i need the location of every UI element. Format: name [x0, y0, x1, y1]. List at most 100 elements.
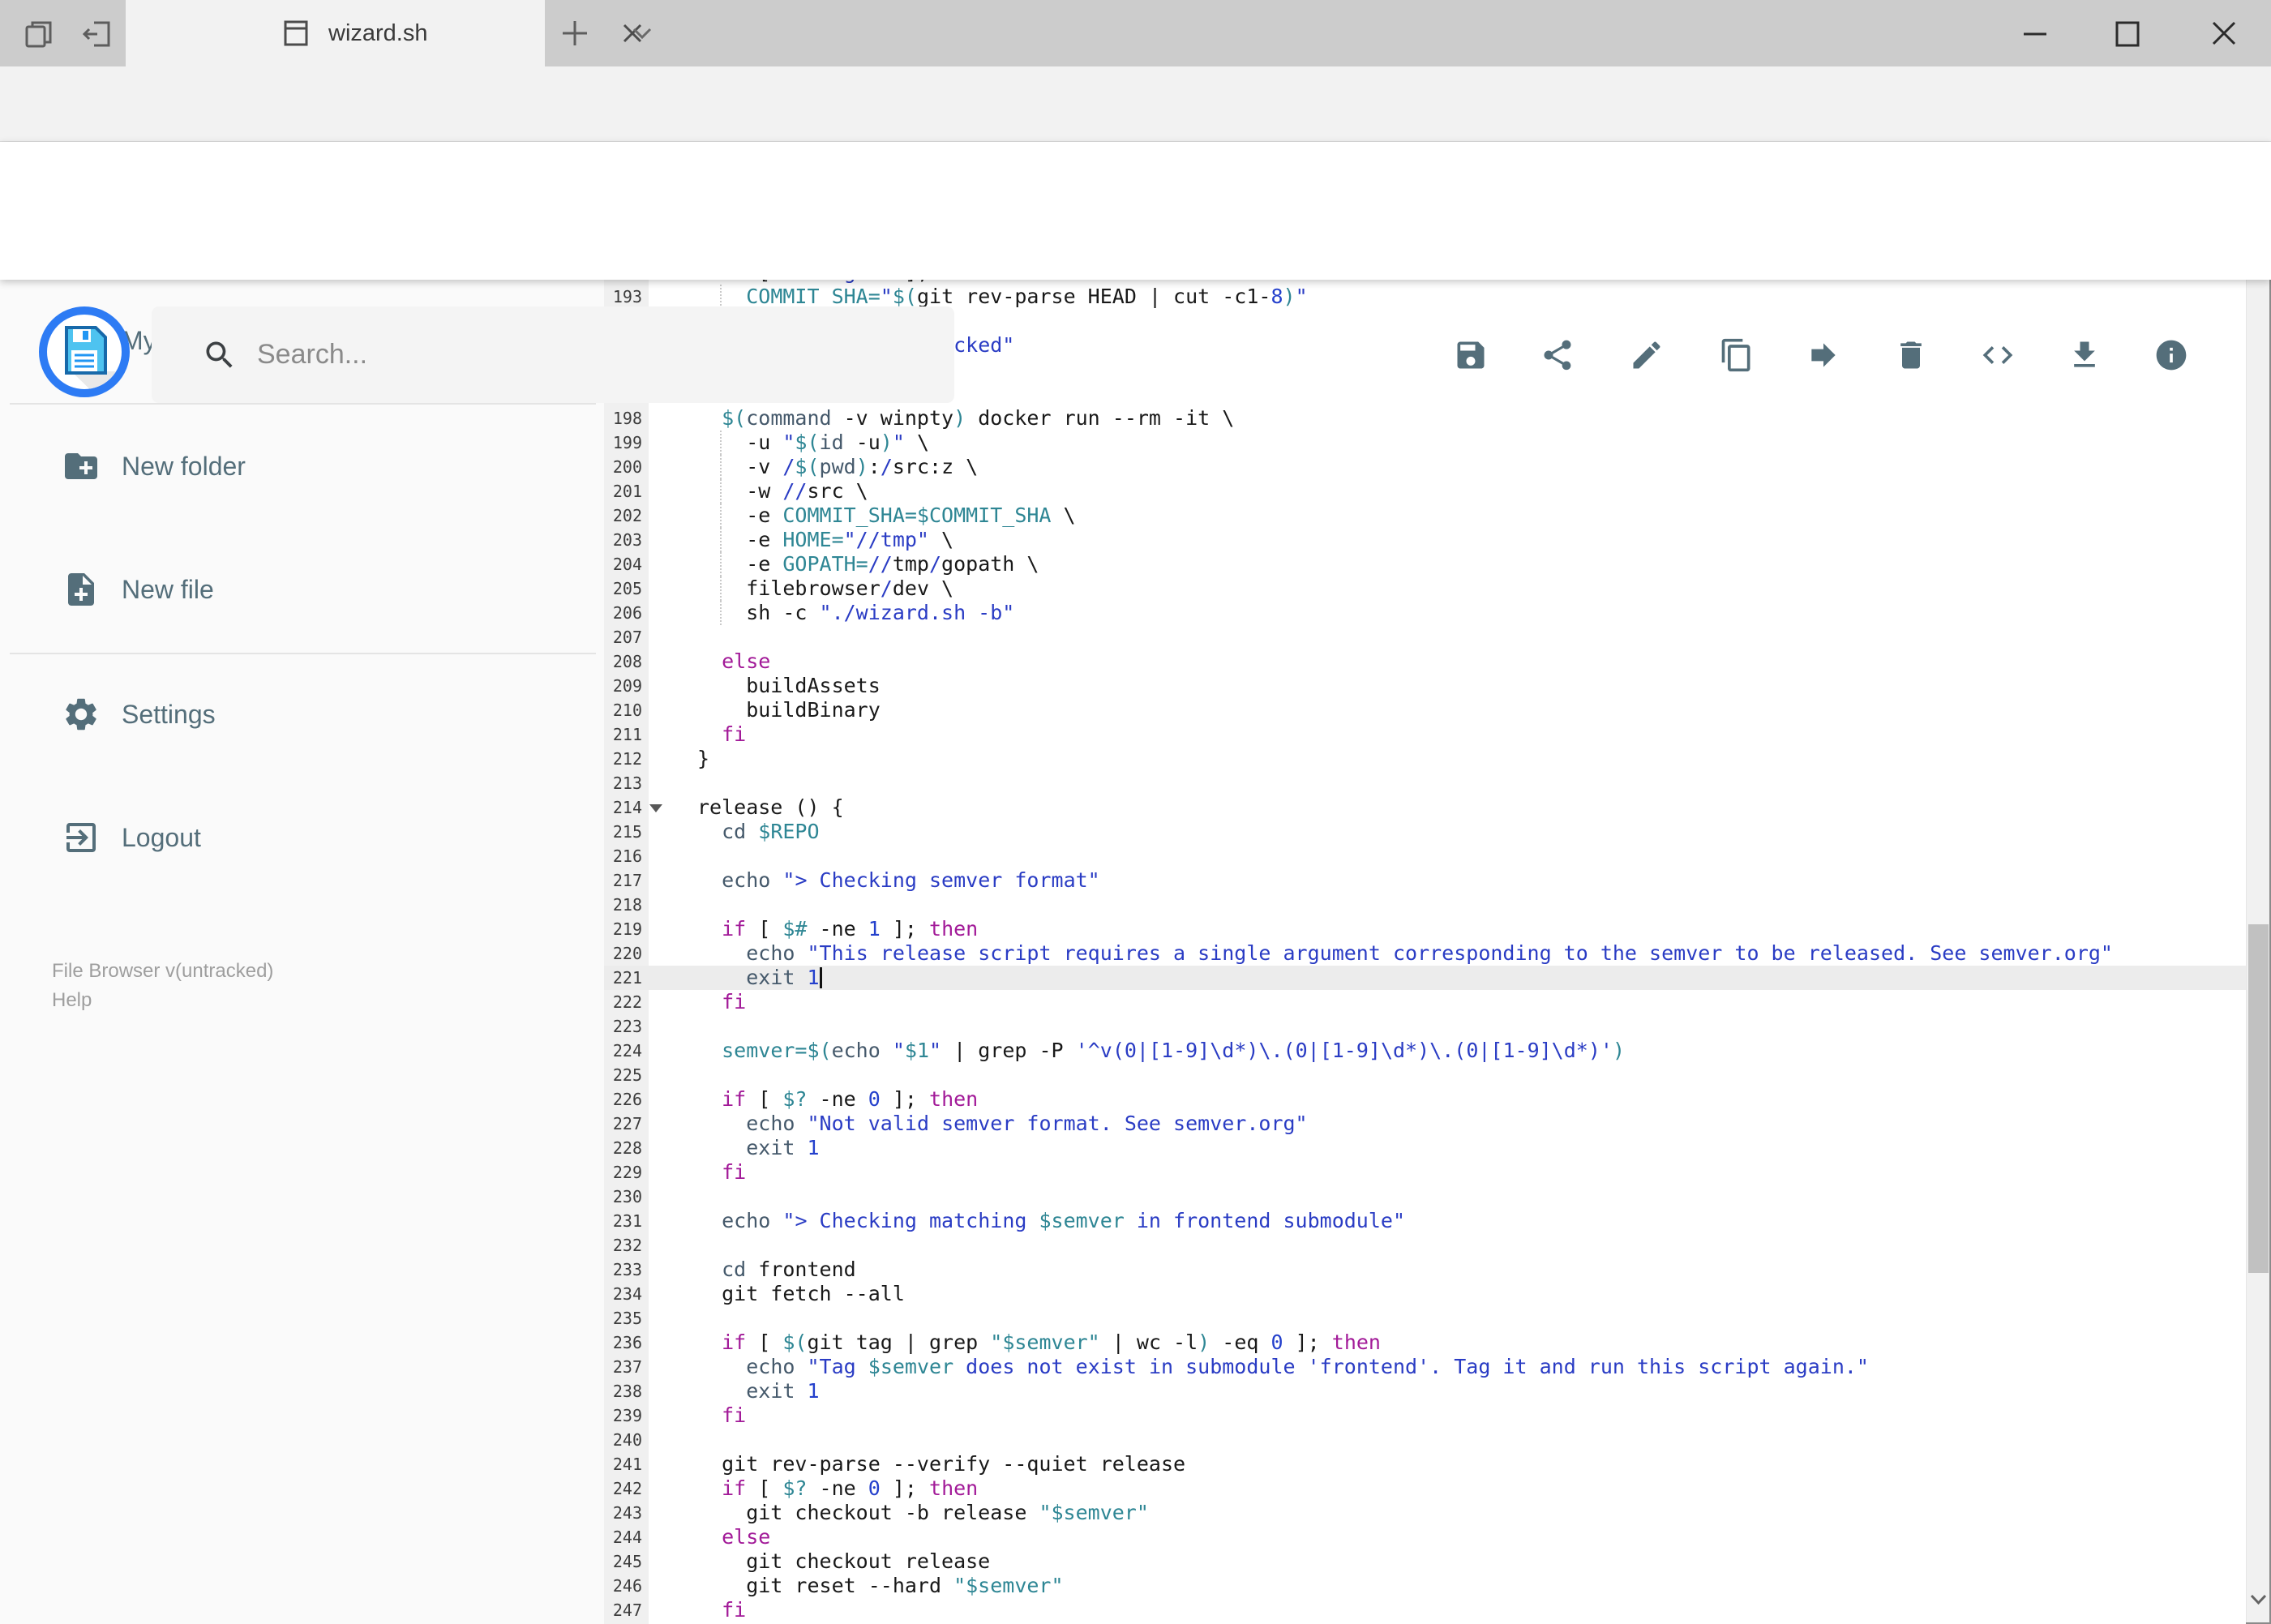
- code-line[interactable]: 242 if [ $? -ne 0 ]; then: [604, 1476, 2246, 1501]
- search-input[interactable]: [257, 306, 930, 403]
- code-line[interactable]: 202 -e COMMIT_SHA=$COMMIT_SHA \: [604, 503, 2246, 528]
- code-line[interactable]: 211 fi: [604, 722, 2246, 747]
- code-line[interactable]: 207: [604, 625, 2246, 649]
- sidebar-item-new-file[interactable]: New file: [0, 549, 604, 630]
- tab-preview-icon[interactable]: [21, 16, 57, 52]
- code-line[interactable]: 217 echo "> Checking semver format": [604, 868, 2246, 893]
- code-line[interactable]: 214 release () {: [604, 795, 2246, 820]
- code-line[interactable]: 200 -v /$(pwd):/src:z \: [604, 455, 2246, 479]
- app-version: File Browser v(untracked): [52, 960, 274, 982]
- page-scrollbar[interactable]: [2246, 143, 2269, 1622]
- code-line[interactable]: 230: [604, 1185, 2246, 1209]
- code-line[interactable]: 210 buildBinary: [604, 698, 2246, 722]
- code-line[interactable]: 209 buildAssets: [604, 674, 2246, 698]
- code-editor[interactable]: 192 if [ -d ".git" ]; then193 COMMIT_SHA…: [604, 280, 2246, 1624]
- code-line[interactable]: 204 -e GOPATH=//tmp/gopath \: [604, 552, 2246, 576]
- filebrowser-logo[interactable]: [39, 306, 130, 397]
- sidebar-item-settings[interactable]: Settings: [0, 674, 604, 755]
- search-bar[interactable]: [152, 306, 954, 403]
- save-button[interactable]: [1453, 337, 1489, 373]
- code-line[interactable]: 206 sh -c "./wizard.sh -b": [604, 601, 2246, 625]
- scroll-down-icon[interactable]: [2247, 1582, 2270, 1618]
- code-line[interactable]: 232: [604, 1233, 2246, 1258]
- code-text: git checkout -b release "$semver": [697, 1501, 1149, 1524]
- code-line[interactable]: 228 exit 1: [604, 1136, 2246, 1160]
- line-number: 239: [612, 1406, 642, 1425]
- code-line[interactable]: 208 else: [604, 649, 2246, 674]
- tab-list-chevron-icon[interactable]: [620, 11, 664, 55]
- code-line[interactable]: 237 echo "Tag $semver does not exist in …: [604, 1355, 2246, 1379]
- raw-code-button[interactable]: [1980, 337, 2016, 373]
- code-line[interactable]: 218: [604, 893, 2246, 917]
- browser-tab[interactable]: wizard.sh: [126, 0, 642, 66]
- help-link[interactable]: Help: [52, 986, 273, 1015]
- sidebar-item-logout[interactable]: Logout: [0, 797, 604, 878]
- code-line[interactable]: 229 fi: [604, 1160, 2246, 1185]
- code-text: semver=$(echo "$1" | grep -P '^v(0|[1-9]…: [722, 1039, 1625, 1062]
- code-line[interactable]: 212}: [604, 747, 2246, 771]
- set-tabs-aside-icon[interactable]: [79, 16, 115, 52]
- copy-button[interactable]: [1719, 337, 1755, 373]
- sidebar-footer: File Browser v(untracked) Help: [52, 957, 273, 1015]
- code-line[interactable]: 220 echo "This release script requires a…: [604, 941, 2246, 966]
- trash-icon: [1893, 337, 1929, 373]
- line-number: 217: [612, 871, 642, 890]
- code-line[interactable]: 233 cd frontend: [604, 1258, 2246, 1282]
- code-line[interactable]: 199 -u "$(id -u)" \: [604, 431, 2246, 455]
- download-button[interactable]: [2067, 337, 2102, 373]
- line-number: 236: [612, 1333, 642, 1352]
- code-line[interactable]: 246 git reset --hard "$semver": [604, 1574, 2246, 1598]
- line-number: 214: [612, 798, 642, 817]
- code-line[interactable]: 203 -e HOME="//tmp" \: [604, 528, 2246, 552]
- indent-guide: [720, 285, 722, 309]
- code-line[interactable]: 205 filebrowser/dev \: [604, 576, 2246, 601]
- code-line[interactable]: 247 fi: [604, 1598, 2246, 1622]
- browser-window: wizard.sh Search... My New folder New fi…: [0, 0, 2271, 1624]
- code-line[interactable]: 241 git rev-parse --verify --quiet relea…: [604, 1452, 2246, 1476]
- code-line[interactable]: 222 fi: [604, 990, 2246, 1014]
- edit-button[interactable]: [1629, 337, 1665, 373]
- code-line[interactable]: 201 -w //src \: [604, 479, 2246, 503]
- fold-marker-icon[interactable]: [649, 804, 662, 812]
- code-line[interactable]: 244 else: [604, 1525, 2246, 1549]
- code-line[interactable]: 213: [604, 771, 2246, 795]
- code-line[interactable]: 225: [604, 1063, 2246, 1087]
- code-line[interactable]: 240: [604, 1428, 2246, 1452]
- code-text: exit 1: [697, 966, 822, 990]
- sidebar-item-label: Settings: [122, 700, 216, 729]
- code-line[interactable]: 231 echo "> Checking matching $semver in…: [604, 1209, 2246, 1233]
- indent-guide: [720, 601, 722, 625]
- info-button[interactable]: [2153, 337, 2189, 373]
- code-line[interactable]: 238 exit 1: [604, 1379, 2246, 1403]
- code-line[interactable]: 235: [604, 1306, 2246, 1330]
- code-line[interactable]: 216: [604, 844, 2246, 868]
- new-tab-icon[interactable]: [553, 11, 597, 55]
- scrollbar-thumb[interactable]: [2248, 924, 2269, 1273]
- code-text: filebrowser/dev \: [697, 576, 954, 601]
- code-line[interactable]: 221 exit 1: [604, 966, 2246, 990]
- code-line[interactable]: 193 COMMIT_SHA="$(git rev-parse HEAD | c…: [604, 285, 2246, 309]
- close-window-icon[interactable]: [2193, 0, 2255, 66]
- share-button[interactable]: [1540, 337, 1575, 373]
- code-line[interactable]: 227 echo "Not valid semver format. See s…: [604, 1112, 2246, 1136]
- indent-guide: [720, 576, 722, 601]
- code-line[interactable]: 198 $(command -v winpty) docker run --rm…: [604, 406, 2246, 431]
- code-line[interactable]: 223: [604, 1014, 2246, 1039]
- move-button[interactable]: [1806, 337, 1841, 373]
- code-line[interactable]: 234 git fetch --all: [604, 1282, 2246, 1306]
- maximize-icon[interactable]: [2097, 0, 2158, 66]
- code-line[interactable]: 243 git checkout -b release "$semver": [604, 1501, 2246, 1525]
- code-line[interactable]: 215 cd $REPO: [604, 820, 2246, 844]
- code-line[interactable]: 236 if [ $(git tag | grep "$semver" | wc…: [604, 1330, 2246, 1355]
- sidebar-item-new-folder[interactable]: New folder: [0, 426, 604, 507]
- code-text: exit 1: [746, 1136, 820, 1159]
- code-line[interactable]: 224 semver=$(echo "$1" | grep -P '^v(0|[…: [604, 1039, 2246, 1063]
- code-line[interactable]: 239 fi: [604, 1403, 2246, 1428]
- code-line[interactable]: 226 if [ $? -ne 0 ]; then: [604, 1087, 2246, 1112]
- code-line[interactable]: 245 git checkout release: [604, 1549, 2246, 1574]
- minimize-icon[interactable]: [2004, 0, 2066, 66]
- code-line[interactable]: 219 if [ $# -ne 1 ]; then: [604, 917, 2246, 941]
- sidebar-item-label: New folder: [122, 452, 246, 481]
- delete-button[interactable]: [1893, 337, 1929, 373]
- indent-guide: [720, 528, 722, 552]
